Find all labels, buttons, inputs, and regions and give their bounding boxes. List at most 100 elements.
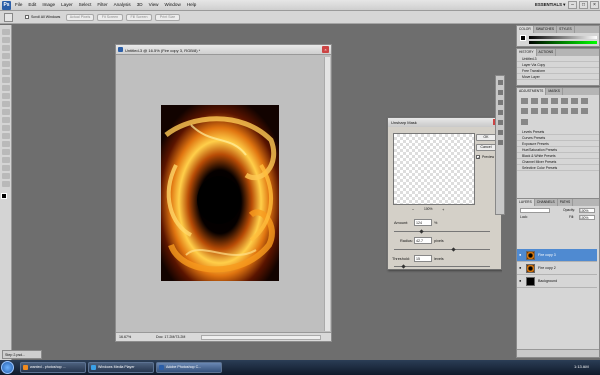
blur-tool-icon[interactable] bbox=[2, 125, 10, 131]
hand-tool-icon[interactable] bbox=[2, 173, 10, 179]
vibrance-icon[interactable] bbox=[561, 98, 568, 104]
color-slider-g[interactable] bbox=[529, 41, 597, 44]
brushes-icon[interactable] bbox=[498, 110, 503, 115]
preview-checkbox[interactable]: ✓ bbox=[476, 155, 480, 160]
document-title[interactable]: Untitled-3 @ 16.5% (Fire copy 3, RGB/8) … bbox=[116, 45, 331, 55]
navigator-icon[interactable] bbox=[498, 80, 503, 85]
tab-actions[interactable]: ACTIONS bbox=[537, 49, 557, 56]
character-icon[interactable] bbox=[498, 130, 503, 135]
menu-3d[interactable]: 3D bbox=[137, 2, 143, 7]
healing-brush-tool-icon[interactable] bbox=[2, 77, 10, 83]
workspace-switcher[interactable]: ESSENTIALS ▾ bbox=[535, 2, 565, 8]
photo-filter-icon[interactable] bbox=[531, 108, 538, 115]
zoom-level[interactable]: 16.67% bbox=[119, 335, 131, 339]
scroll-all-checkbox[interactable] bbox=[25, 15, 29, 19]
horizontal-scrollbar[interactable] bbox=[201, 335, 321, 340]
brush-tool-icon[interactable] bbox=[2, 85, 10, 91]
cancel-button[interactable]: Cancel bbox=[476, 144, 496, 151]
taskbar-item-media-player[interactable]: Windows Media Player bbox=[88, 362, 154, 373]
invert-icon[interactable] bbox=[551, 108, 558, 115]
print-size-button[interactable]: Print Size bbox=[155, 14, 180, 21]
channel-mixer-icon[interactable] bbox=[541, 108, 548, 115]
path-selection-tool-icon[interactable] bbox=[2, 157, 10, 163]
menu-window[interactable]: Window bbox=[164, 2, 180, 7]
marquee-tool-icon[interactable] bbox=[2, 37, 10, 43]
preset-selective-color[interactable]: Selective Color Presets bbox=[517, 165, 599, 171]
minimized-document[interactable]: Step 2.psd... bbox=[2, 350, 42, 359]
zoom-tool-icon[interactable] bbox=[2, 181, 10, 187]
menu-view[interactable]: View bbox=[149, 2, 159, 7]
black-white-icon[interactable] bbox=[521, 108, 528, 115]
curves-icon[interactable] bbox=[541, 98, 548, 104]
tab-swatches[interactable]: SWATCHES bbox=[534, 26, 558, 33]
tab-channels[interactable]: CHANNELS bbox=[535, 199, 558, 206]
radius-slider[interactable] bbox=[394, 249, 490, 250]
zoom-out-icon[interactable]: − bbox=[412, 207, 414, 212]
hand-tool-icon[interactable] bbox=[4, 13, 13, 22]
clone-source-icon[interactable] bbox=[498, 120, 503, 125]
hue-saturation-icon[interactable] bbox=[571, 98, 578, 104]
selective-color-icon[interactable] bbox=[521, 118, 528, 125]
close-button[interactable]: × bbox=[590, 1, 599, 9]
threshold-input[interactable]: 15 bbox=[414, 255, 432, 262]
paragraph-icon[interactable] bbox=[498, 140, 503, 145]
lasso-tool-icon[interactable] bbox=[2, 45, 10, 51]
system-clock[interactable]: 1:13 AM bbox=[574, 364, 589, 369]
tab-history[interactable]: HISTORY bbox=[517, 49, 537, 56]
type-tool-icon[interactable] bbox=[2, 149, 10, 155]
radius-slider-handle[interactable] bbox=[451, 247, 456, 252]
radius-input[interactable]: 42.7 bbox=[414, 237, 432, 244]
histogram-icon[interactable] bbox=[498, 90, 503, 95]
tab-paths[interactable]: PATHS bbox=[558, 199, 574, 206]
menu-filter[interactable]: Filter bbox=[97, 2, 107, 7]
menu-select[interactable]: Select bbox=[79, 2, 92, 7]
taskbar-item-browser[interactable]: wanted - photoshop ... bbox=[20, 362, 86, 373]
dodge-tool-icon[interactable] bbox=[2, 133, 10, 139]
tab-color[interactable]: COLOR bbox=[517, 26, 534, 33]
ok-button[interactable]: OK bbox=[476, 134, 496, 141]
menu-image[interactable]: Image bbox=[42, 2, 55, 7]
visibility-eye-icon[interactable]: ● bbox=[519, 266, 523, 270]
document-close-icon[interactable]: × bbox=[322, 46, 329, 53]
blend-mode-select[interactable] bbox=[520, 208, 550, 213]
info-icon[interactable] bbox=[498, 100, 503, 105]
exposure-icon[interactable] bbox=[551, 98, 558, 104]
crop-tool-icon[interactable] bbox=[2, 61, 10, 67]
taskbar-item-photoshop[interactable]: Adobe Photoshop C... bbox=[156, 362, 222, 373]
gradient-map-icon[interactable] bbox=[581, 108, 588, 115]
maximize-button[interactable]: □ bbox=[579, 1, 588, 9]
fit-screen-button[interactable]: Fit Screen bbox=[97, 14, 123, 21]
foreground-color-swatch[interactable] bbox=[1, 193, 7, 199]
threshold-slider-handle[interactable] bbox=[401, 264, 406, 269]
minimize-button[interactable]: – bbox=[568, 1, 577, 9]
start-button[interactable] bbox=[1, 361, 14, 374]
tab-adjustments[interactable]: ADJUSTMENTS bbox=[517, 88, 547, 95]
fill-screen-button[interactable]: Fill Screen bbox=[126, 14, 152, 21]
threshold-slider[interactable] bbox=[394, 266, 490, 267]
brightness-icon[interactable] bbox=[521, 98, 528, 104]
menu-analysis[interactable]: Analysis bbox=[114, 2, 131, 7]
tab-masks[interactable]: MASKS bbox=[546, 88, 563, 95]
visibility-eye-icon[interactable]: ● bbox=[519, 279, 523, 283]
history-item[interactable]: Move Layer bbox=[517, 74, 599, 80]
fill-input[interactable]: 100% bbox=[579, 215, 595, 220]
levels-icon[interactable] bbox=[531, 98, 538, 104]
zoom-in-icon[interactable]: + bbox=[442, 207, 444, 212]
pen-tool-icon[interactable] bbox=[2, 141, 10, 147]
menu-layer[interactable]: Layer bbox=[61, 2, 73, 7]
gradient-tool-icon[interactable] bbox=[2, 117, 10, 123]
color-foreground-swatch[interactable] bbox=[520, 35, 526, 41]
color-slider-r[interactable] bbox=[529, 36, 597, 39]
layer-row[interactable]: ● Fire copy 3 bbox=[517, 249, 597, 262]
clone-stamp-tool-icon[interactable] bbox=[2, 93, 10, 99]
threshold-icon[interactable] bbox=[571, 108, 578, 115]
color-balance-icon[interactable] bbox=[581, 98, 588, 104]
amount-slider[interactable] bbox=[394, 231, 490, 232]
history-brush-tool-icon[interactable] bbox=[2, 101, 10, 107]
move-tool-icon[interactable] bbox=[2, 29, 10, 35]
tab-styles[interactable]: STYLES bbox=[557, 26, 575, 33]
menu-file[interactable]: File bbox=[15, 2, 22, 7]
layer-row[interactable]: ● Background bbox=[517, 275, 597, 288]
eraser-tool-icon[interactable] bbox=[2, 109, 10, 115]
amount-input[interactable]: 124 bbox=[414, 219, 432, 226]
